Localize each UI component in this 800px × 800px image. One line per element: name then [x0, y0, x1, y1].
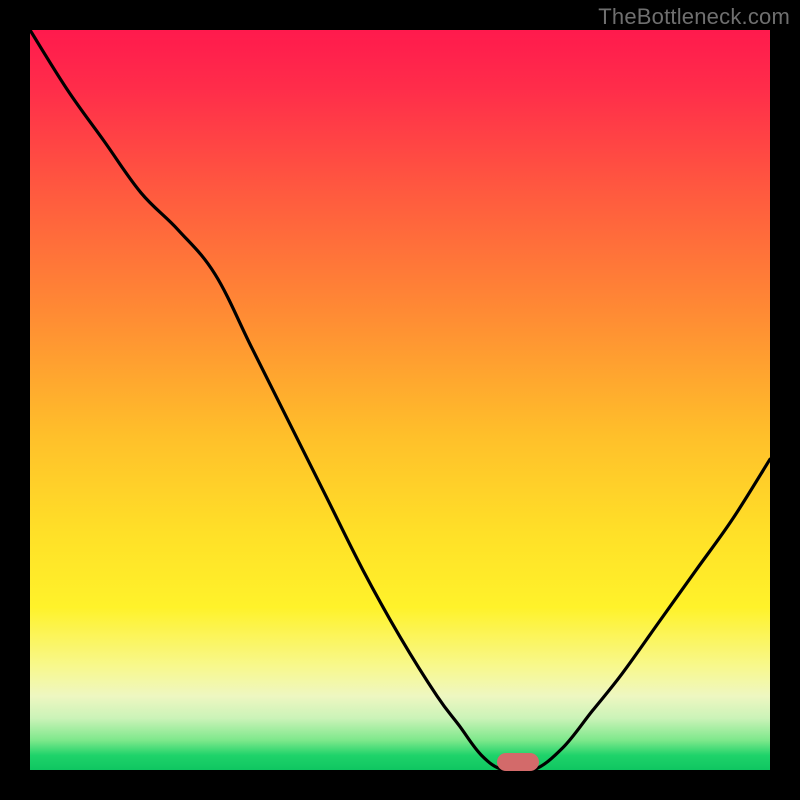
chart-frame: TheBottleneck.com	[0, 0, 800, 800]
baseline-marker	[497, 753, 539, 771]
watermark-text: TheBottleneck.com	[598, 4, 790, 30]
plot-area	[30, 30, 770, 770]
curve-path	[30, 30, 770, 773]
bottleneck-curve	[30, 30, 770, 770]
